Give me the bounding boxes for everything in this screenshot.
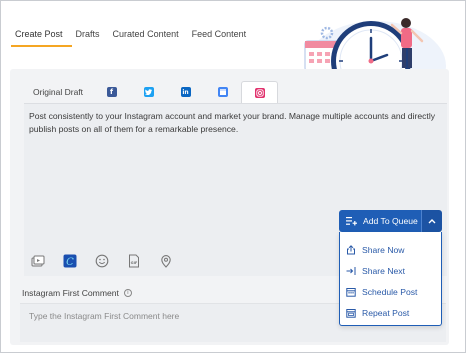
media-library-icon[interactable] — [30, 253, 46, 269]
calendar-icon — [346, 287, 356, 297]
share-now-option[interactable]: Share Now — [346, 242, 405, 258]
post-text[interactable]: Post consistently to your Instagram acco… — [29, 110, 439, 136]
draft-tabs: Original Draft f in — [23, 81, 278, 103]
add-to-queue-button[interactable]: Add To Queue — [339, 210, 421, 232]
repeat-icon — [346, 308, 356, 318]
tab-google-business[interactable] — [204, 81, 241, 103]
facebook-icon: f — [106, 87, 117, 97]
tab-linkedin[interactable]: in — [167, 81, 204, 103]
emoji-icon[interactable] — [94, 253, 110, 269]
twitter-icon — [143, 87, 154, 97]
queue-list-icon — [346, 217, 357, 226]
google-business-icon — [217, 87, 228, 97]
linkedin-icon: in — [180, 87, 191, 97]
tab-create-post[interactable]: Create Post — [11, 21, 72, 47]
queue-options-menu: Share Now Share Next Schedule Post Repea… — [339, 232, 442, 326]
svg-text:C: C — [66, 257, 74, 268]
svg-text:GIF: GIF — [131, 261, 138, 265]
tab-drafts[interactable]: Drafts — [72, 21, 109, 47]
tab-twitter[interactable] — [130, 81, 167, 103]
instagram-icon — [254, 87, 265, 98]
share-now-label: Share Now — [362, 245, 405, 255]
schedule-post-label: Schedule Post — [362, 287, 418, 297]
add-to-queue-label: Add To Queue — [363, 216, 418, 226]
tab-original-draft[interactable]: Original Draft — [23, 81, 93, 103]
tab-facebook[interactable]: f — [93, 81, 130, 103]
repeat-post-option[interactable]: Repeat Post — [346, 305, 409, 321]
tab-instagram[interactable] — [241, 81, 278, 103]
queue-options-toggle[interactable] — [421, 210, 442, 232]
info-icon[interactable]: i — [123, 289, 132, 297]
schedule-post-option[interactable]: Schedule Post — [346, 284, 417, 300]
location-pin-icon[interactable] — [158, 253, 174, 269]
share-icon — [346, 245, 356, 255]
first-comment-label-text: Instagram First Comment — [22, 288, 119, 298]
gif-icon[interactable]: GIF — [126, 253, 142, 269]
share-next-label: Share Next — [362, 266, 405, 276]
canva-icon[interactable]: C — [62, 253, 78, 269]
tab-curated-content[interactable]: Curated Content — [109, 21, 188, 47]
share-next-option[interactable]: Share Next — [346, 263, 405, 279]
top-tabs: Create Post Drafts Curated Content Feed … — [11, 21, 255, 47]
first-comment-label: Instagram First Comment i — [22, 288, 132, 298]
tab-feed-content[interactable]: Feed Content — [188, 21, 256, 47]
share-next-icon — [346, 266, 356, 276]
app-window: Create Post Drafts Curated Content Feed … — [0, 0, 466, 353]
chevron-up-icon — [428, 219, 436, 224]
repeat-post-label: Repeat Post — [362, 308, 410, 318]
first-comment-placeholder[interactable]: Type the Instagram First Comment here — [29, 311, 179, 321]
